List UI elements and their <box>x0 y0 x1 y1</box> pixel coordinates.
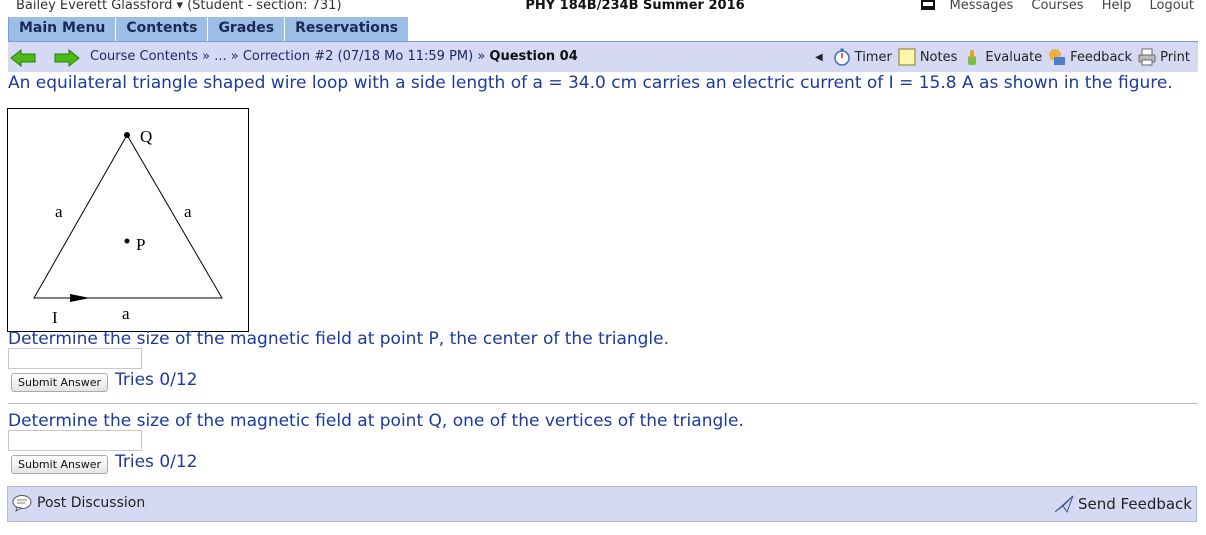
send-feedback-label: Send Feedback <box>1078 495 1192 513</box>
printer-icon <box>1138 48 1156 66</box>
breadcrumb: Course Contents » ... » Correction #2 (0… <box>90 49 578 64</box>
top-info-bar: Bailey Everett Glassford ▾ (Student - se… <box>0 0 1206 16</box>
feedback-label: Feedback <box>1070 49 1133 65</box>
messages-link[interactable]: Messages <box>950 0 1014 13</box>
label-p: P <box>136 235 145 254</box>
label-current: I <box>52 308 58 327</box>
label-side-bottom: a <box>122 304 130 323</box>
post-discussion-label: Post Discussion <box>37 495 146 511</box>
print-button[interactable]: Print <box>1138 48 1190 66</box>
tries-counter-1: Tries 0/12 <box>115 370 198 390</box>
print-label: Print <box>1160 49 1190 65</box>
chat-bubble-icon <box>12 495 32 512</box>
timer-button[interactable]: Timer <box>833 48 892 66</box>
point-q-dot <box>124 132 130 138</box>
send-feedback-button[interactable]: Send Feedback <box>1053 494 1192 514</box>
part-separator <box>8 403 1198 404</box>
tries-counter-2: Tries 0/12 <box>115 452 198 472</box>
answer-input-2[interactable] <box>8 430 142 451</box>
main-menu-bar: Main Menu Contents Grades Reservations <box>8 17 410 41</box>
triangle-diagram: Q P a a a I <box>33 127 223 327</box>
post-discussion-button[interactable]: Post Discussion <box>12 494 145 512</box>
collapse-arrow-icon[interactable]: ◀ <box>815 52 823 63</box>
logout-link[interactable]: Logout <box>1149 0 1194 13</box>
menu-contents[interactable]: Contents <box>116 17 209 41</box>
discussion-footer: Post Discussion Send Feedback <box>7 486 1197 522</box>
top-links: Messages Courses Help Logout <box>936 0 1195 13</box>
current-arrow-icon <box>70 294 90 302</box>
question-intro: An equilateral triangle shaped wire loop… <box>8 73 1173 93</box>
help-link[interactable]: Help <box>1102 0 1132 13</box>
note-icon <box>898 48 916 66</box>
toolbar: ◀ Timer Notes Evaluate Feedback Print <box>815 48 1190 66</box>
answer-input-1[interactable] <box>8 348 142 369</box>
stopwatch-icon <box>833 48 850 66</box>
label-q: Q <box>140 127 152 146</box>
courses-link[interactable]: Courses <box>1031 0 1083 13</box>
back-arrow-icon[interactable] <box>10 49 36 67</box>
submit-answer-button-1[interactable]: Submit Answer <box>11 373 109 392</box>
navigation-bar: Course Contents » ... » Correction #2 (0… <box>8 42 1198 72</box>
submit-answer-button-2[interactable]: Submit Answer <box>11 455 109 474</box>
notes-label: Notes <box>919 49 958 65</box>
send-feedback-icon <box>1054 495 1074 514</box>
question-part-2: Determine the size of the magnetic field… <box>8 411 744 431</box>
breadcrumb-current: Question 04 <box>489 49 578 64</box>
messages-icon[interactable] <box>921 0 935 10</box>
label-side-left: a <box>55 202 63 221</box>
point-p-dot <box>124 238 130 244</box>
thumbs-up-icon <box>968 50 977 65</box>
question-part-1: Determine the size of the magnetic field… <box>8 329 670 349</box>
forward-arrow-icon[interactable] <box>54 49 80 67</box>
label-side-right: a <box>184 202 192 221</box>
notes-button[interactable]: Notes <box>898 48 958 66</box>
feedback-icon <box>1049 49 1066 65</box>
menu-main-menu[interactable]: Main Menu <box>8 17 117 41</box>
breadcrumb-path[interactable]: Course Contents » ... » Correction #2 (0… <box>90 49 489 64</box>
menu-reservations[interactable]: Reservations <box>285 17 410 41</box>
evaluate-label: Evaluate <box>985 49 1043 65</box>
timer-label: Timer <box>854 49 892 65</box>
evaluate-button[interactable]: Evaluate <box>963 48 1042 66</box>
triangle-figure: Q P a a a I <box>7 108 249 332</box>
menu-grades[interactable]: Grades <box>208 17 286 41</box>
feedback-button[interactable]: Feedback <box>1048 48 1132 66</box>
